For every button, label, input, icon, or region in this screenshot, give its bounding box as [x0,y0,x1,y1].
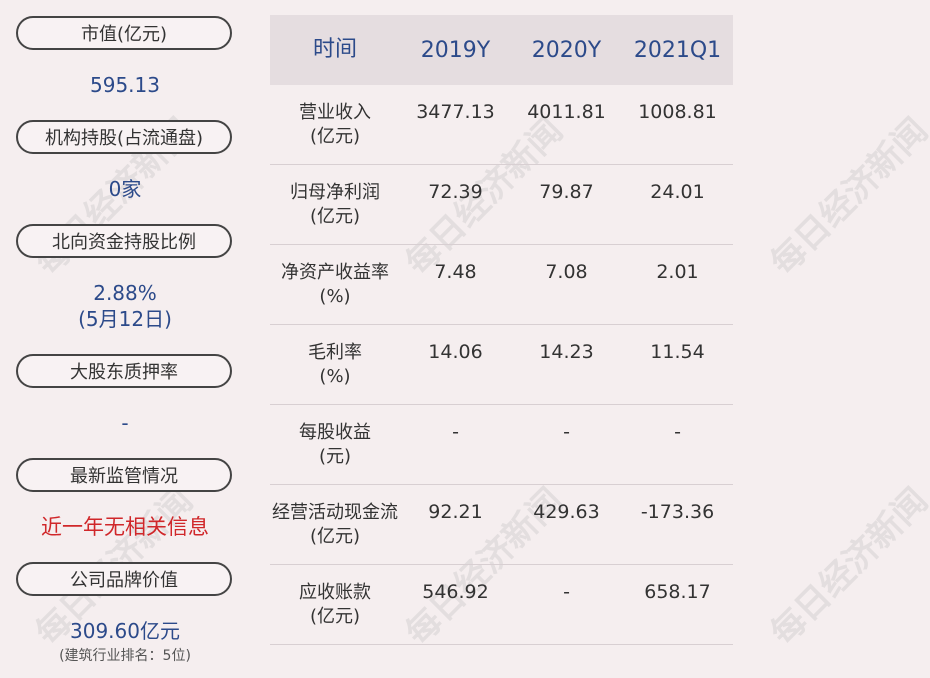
brand-value-value: 309.60亿元 [70,619,180,643]
row-label: 毛利率 (%) [270,341,400,389]
cell: 658.17 [644,581,711,603]
row-label-unit: (%) [319,366,351,387]
row-label-name: 每股收益 [299,422,371,443]
table-row: 净资产收益率 (%) 7.48 7.08 2.01 [270,245,733,325]
cell: 14.06 [428,341,483,363]
institution-holding-label: 机构持股(占流通盘) [16,120,232,154]
header-2020y: 2020Y [531,37,602,63]
regulation-value: 近一年无相关信息 [41,515,209,539]
row-label-name: 毛利率 [308,342,362,363]
cell: 4011.81 [527,101,606,123]
row-label: 归母净利润 (亿元) [270,181,400,229]
pledge-ratio-label: 大股东质押率 [16,354,232,388]
row-label-unit: (%) [319,286,351,307]
table-row: 应收账款 (亿元) 546.92 - 658.17 [270,565,733,645]
brand-value-label: 公司品牌价值 [16,562,232,596]
row-label-name: 营业收入 [299,102,371,123]
northbound-ratio-label: 北向资金持股比例 [16,224,232,258]
table-row: 营业收入 (亿元) 3477.13 4011.81 1008.81 [270,85,733,165]
brand-value-rank-note: (建筑行业排名：5位) [59,648,191,664]
cell: - [563,421,570,443]
cell: 92.21 [428,501,483,523]
cell: 1008.81 [638,101,717,123]
row-label-name: 经营活动现金流 [272,502,398,523]
row-label: 经营活动现金流 (亿元) [270,501,400,549]
pledge-ratio-value: - [121,411,129,435]
row-label-name: 净资产收益率 [281,262,389,283]
market-cap-label: 市值(亿元) [16,16,232,50]
cell: - [452,421,459,443]
row-label-unit: (元) [318,446,352,467]
table-row: 毛利率 (%) 14.06 14.23 11.54 [270,325,733,405]
row-label: 应收账款 (亿元) [270,581,400,629]
cell: 24.01 [650,181,705,203]
financial-table: 时间 2019Y 2020Y 2021Q1 营业收入 (亿元) 3477.13 4… [270,15,733,645]
left-panel: 市值(亿元) 595.13 机构持股(占流通盘) 0家 北向资金持股比例 2.8… [0,0,250,678]
cell: - [563,581,570,603]
row-label-unit: (亿元) [309,606,361,627]
northbound-ratio-date: (5月12日) [78,307,172,331]
cell: 72.39 [428,181,483,203]
row-label-name: 应收账款 [299,582,371,603]
cell: -173.36 [640,501,715,523]
row-label: 营业收入 (亿元) [270,101,400,149]
table-row: 归母净利润 (亿元) 72.39 79.87 24.01 [270,165,733,245]
cell: 14.23 [539,341,594,363]
row-label-name: 归母净利润 [290,182,380,203]
row-label-unit: (亿元) [309,206,361,227]
header-2019y: 2019Y [420,37,491,63]
header-2021q1: 2021Q1 [633,37,722,63]
cell: - [674,421,681,443]
watermark: 每日经济新闻 [763,110,930,284]
table-row: 每股收益 (元) - - - [270,405,733,485]
institution-holding-value: 0家 [108,177,142,201]
regulation-label: 最新监管情况 [16,458,232,492]
northbound-ratio-value: 2.88% [93,281,157,305]
row-label: 每股收益 (元) [270,421,400,469]
cell: 7.48 [434,261,477,283]
cell: 546.92 [422,581,489,603]
cell: 79.87 [539,181,594,203]
row-label-unit: (亿元) [309,526,361,547]
cell: 2.01 [656,261,699,283]
market-cap-value: 595.13 [90,73,160,97]
table-header: 时间 2019Y 2020Y 2021Q1 [270,15,733,85]
table-row: 经营活动现金流 (亿元) 92.21 429.63 -173.36 [270,485,733,565]
row-label-unit: (亿元) [309,126,361,147]
row-label: 净资产收益率 (%) [270,261,400,309]
cell: 11.54 [650,341,705,363]
cell: 7.08 [545,261,588,283]
cell: 3477.13 [416,101,495,123]
watermark: 每日经济新闻 [763,480,930,654]
cell: 429.63 [533,501,600,523]
header-time: 时间 [312,37,357,62]
